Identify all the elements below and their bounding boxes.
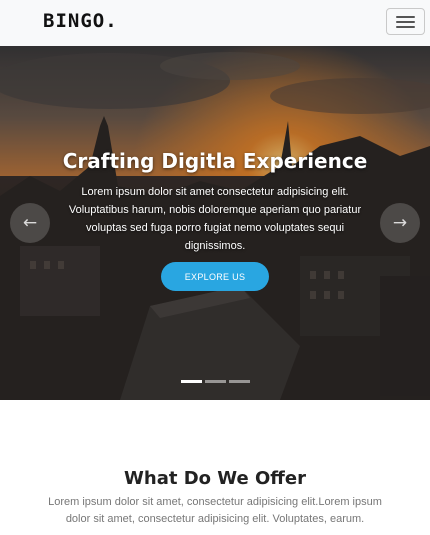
hero-description: Lorem ipsum dolor sit amet consectetur a… [68, 186, 362, 252]
section-description: Lorem ipsum dolor sit amet, consectetur … [48, 496, 382, 525]
navbar: BINGO. [0, 0, 430, 46]
carousel-indicator-3[interactable] [229, 380, 250, 383]
arrow-right-icon: → [392, 213, 408, 233]
carousel-prev-button[interactable]: ← [10, 203, 50, 243]
carousel-next-button[interactable]: → [380, 203, 420, 243]
navbar-toggle-button[interactable] [386, 8, 425, 35]
hero-carousel: Crafting Digitla Experience Lorem ipsum … [0, 46, 430, 400]
carousel-indicator-1[interactable] [181, 380, 202, 383]
hero-title: Crafting Digitla Experience [62, 149, 368, 173]
brand-logo[interactable]: BINGO. [43, 10, 118, 32]
arrow-left-icon: ← [22, 213, 38, 233]
carousel-indicator-2[interactable] [205, 380, 226, 383]
explore-us-button[interactable]: EXPLORE US [161, 262, 269, 291]
section-title: What Do We Offer [124, 468, 306, 489]
